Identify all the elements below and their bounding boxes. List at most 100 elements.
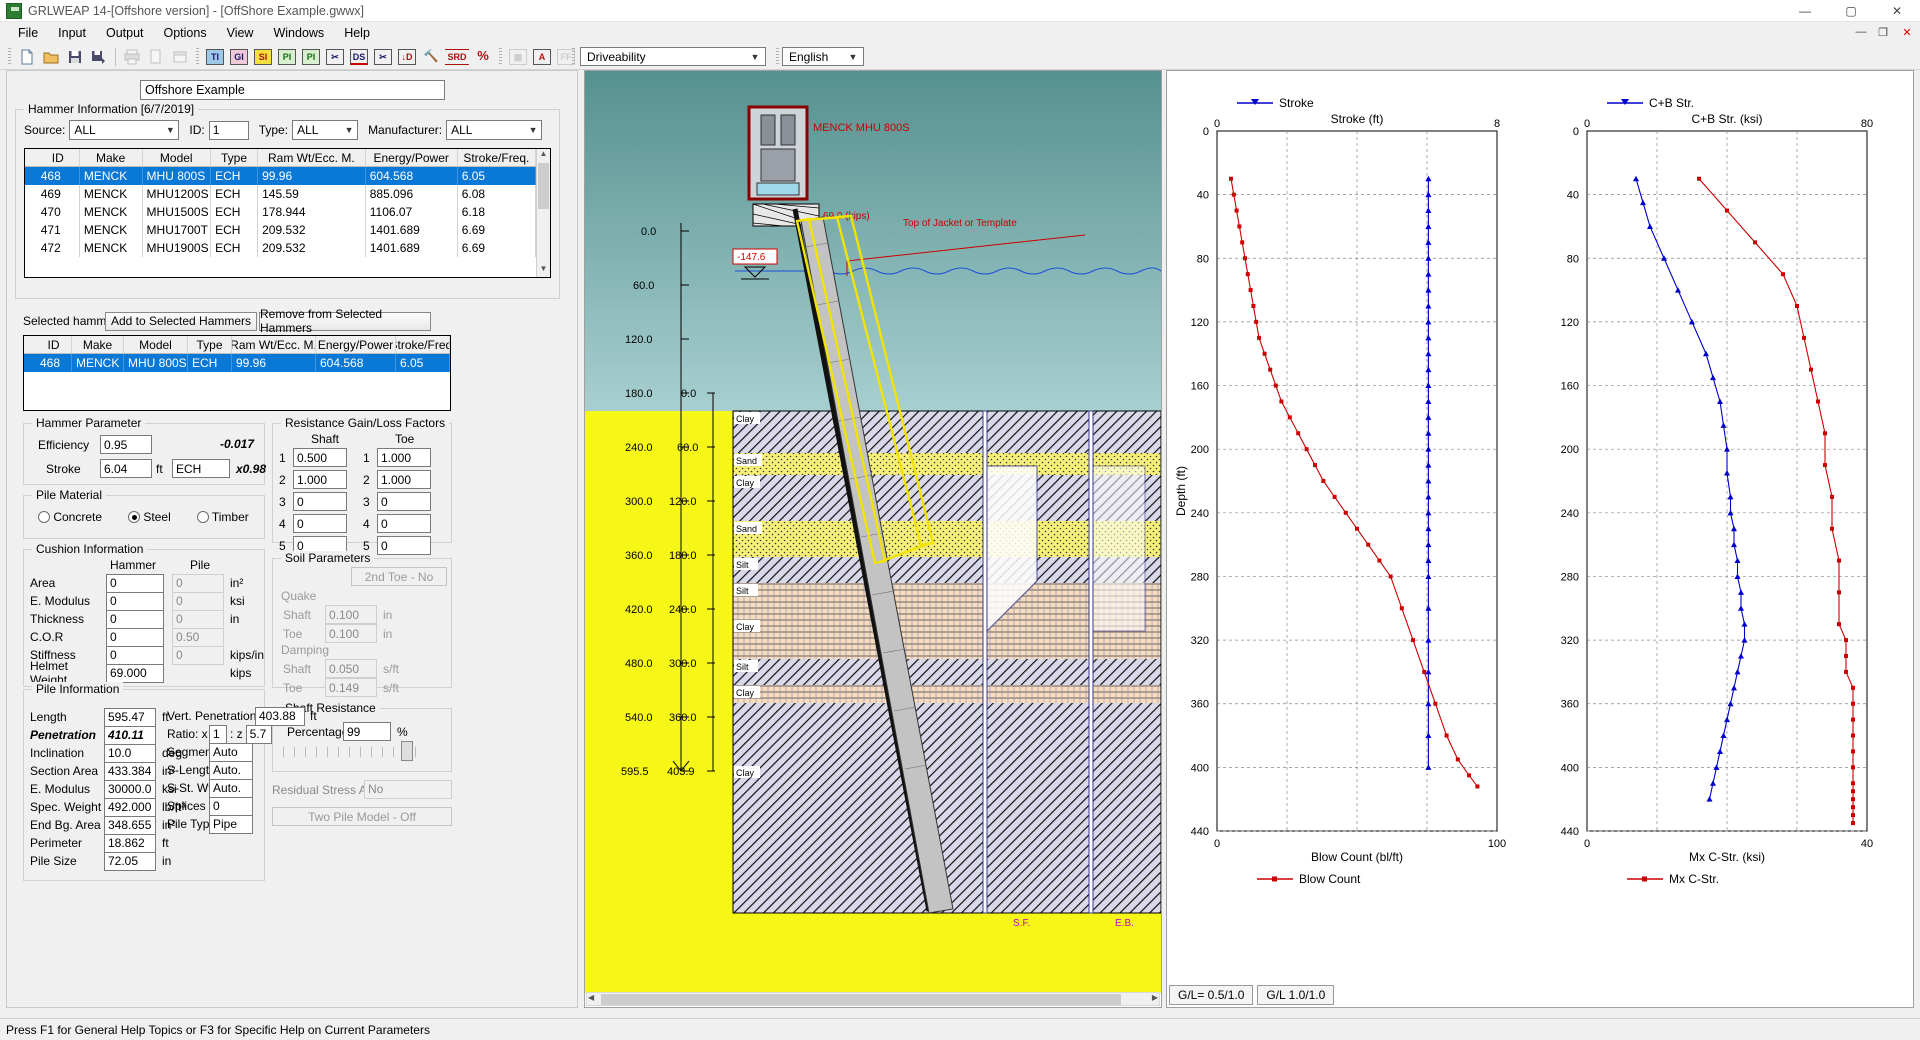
toolbar-grip-4[interactable] [572, 48, 575, 66]
table-row[interactable]: 468MENCKMHU 800SECH99.96604.5686.05 [24, 354, 450, 372]
col-type[interactable]: Type [188, 336, 232, 353]
cushion-hammer-input[interactable] [106, 664, 164, 683]
annotation-icon[interactable]: A [531, 46, 553, 68]
cushion-pile-input[interactable] [172, 646, 224, 665]
ratio-z-input[interactable] [246, 725, 272, 744]
stroke-input[interactable] [100, 459, 152, 478]
cushion-hammer-input[interactable] [106, 610, 164, 629]
menu-file[interactable]: File [8, 23, 48, 43]
col-energy[interactable]: Energy/Power [366, 149, 458, 166]
right-input[interactable] [209, 761, 253, 780]
scroll-up-icon[interactable]: ▲ [537, 149, 550, 162]
pile-info-input[interactable] [104, 816, 156, 835]
toolbar-grip-2[interactable] [196, 48, 199, 66]
two-pile-model-button[interactable]: Two Pile Model - Off [272, 807, 452, 826]
pile-drawing-panel[interactable]: Clay Sand Clay Sand Silt Silt Clay Silt … [584, 70, 1162, 1008]
menu-help[interactable]: Help [334, 23, 380, 43]
cross-section-icon[interactable]: ✂ [324, 46, 346, 68]
mdi-restore-button[interactable]: ❐ [1872, 22, 1894, 42]
drawing-hscroll-thumb[interactable] [601, 994, 1121, 1005]
right-input[interactable] [255, 707, 305, 726]
cushion-hammer-input[interactable] [106, 592, 164, 611]
damping-input[interactable] [325, 659, 377, 678]
pile-info-input[interactable] [104, 780, 156, 799]
project-name-input[interactable] [140, 80, 445, 100]
title-icon[interactable]: TI [204, 46, 226, 68]
minimize-button[interactable]: — [1782, 0, 1828, 22]
damping-input[interactable] [325, 678, 377, 697]
source-select[interactable]: ALL ▼ [69, 120, 179, 140]
table-row[interactable]: 471MENCKMHU1700TECH209.5321401.6896.69 [25, 221, 536, 239]
pile-info-input[interactable] [104, 708, 156, 727]
units-select[interactable]: English ▼ [782, 47, 864, 66]
pile-info-input[interactable] [104, 798, 156, 817]
resistance-input[interactable] [377, 492, 431, 511]
col-ram[interactable]: Ram Wt/Ecc. M. [232, 336, 316, 353]
right-input[interactable] [209, 815, 253, 834]
table-row[interactable]: 469MENCKMHU1200SECH145.59885.0966.08 [25, 185, 536, 203]
open-icon[interactable] [40, 46, 62, 68]
hammer-icon[interactable]: 🔨 [420, 46, 442, 68]
col-type[interactable]: Type [211, 149, 258, 166]
resistance-input[interactable] [377, 514, 431, 533]
right-input[interactable] [209, 797, 253, 816]
results-chart-panel[interactable]: StrokeStroke (ft)08040801201602002402803… [1166, 70, 1914, 1008]
close-button[interactable]: ✕ [1874, 0, 1920, 22]
maximize-button[interactable]: ▢ [1828, 0, 1874, 22]
pile-profile-icon[interactable]: PI [276, 46, 298, 68]
hammer-table[interactable]: ID Make Model Type Ram Wt/Ecc. M. Energy… [24, 148, 551, 278]
col-model[interactable]: Model [143, 149, 212, 166]
cushion-pile-input[interactable] [172, 592, 224, 611]
radio-icon[interactable] [197, 511, 209, 523]
col-ram[interactable]: Ram Wt/Ecc. M. [258, 149, 366, 166]
col-id[interactable]: ID [37, 149, 80, 166]
toolbar-grip-5[interactable] [776, 48, 779, 66]
col-stroke[interactable]: Stroke/Freq. [458, 149, 536, 166]
percentage-input[interactable] [343, 722, 391, 741]
pile-info-input[interactable] [104, 762, 156, 781]
cushion-hammer-input[interactable] [106, 646, 164, 665]
menu-options[interactable]: Options [154, 23, 217, 43]
manufacturer-select[interactable]: ALL ▼ [446, 120, 542, 140]
table-row[interactable]: 470MENCKMHU1500SECH178.9441106.076.18 [25, 203, 536, 221]
save-icon[interactable] [64, 46, 86, 68]
new-icon[interactable] [16, 46, 38, 68]
cushion-pile-input[interactable] [172, 628, 224, 647]
col-stroke[interactable]: Stroke/Freq. [396, 336, 450, 353]
col-energy[interactable]: Energy/Power [316, 336, 396, 353]
pile-material-option-concrete[interactable]: Concrete [38, 510, 102, 524]
srd-icon[interactable]: SRD [444, 46, 470, 68]
menu-input[interactable]: Input [48, 23, 96, 43]
toolbar-grip-1[interactable] [8, 48, 11, 66]
pile-info-input[interactable] [104, 744, 156, 763]
pile-param-icon[interactable]: PI [300, 46, 322, 68]
residual-stress-value[interactable]: No [364, 780, 452, 799]
mdi-minimize-button[interactable]: — [1850, 22, 1872, 42]
right-input[interactable] [209, 743, 253, 762]
scroll-thumb[interactable] [538, 163, 549, 209]
cushion-pile-input[interactable] [172, 610, 224, 629]
shaft-resistance-slider-thumb[interactable] [401, 741, 413, 761]
scroll-down-icon[interactable]: ▼ [537, 264, 550, 277]
scroll-left-icon[interactable]: ◀ [588, 993, 594, 1002]
drawing-hscrollbar[interactable]: ◀ ▶ [586, 992, 1160, 1006]
soil-icon[interactable]: SI [252, 46, 274, 68]
col-make[interactable]: Make [80, 149, 143, 166]
ratio-x-input[interactable] [209, 725, 227, 744]
depth-stress-icon[interactable]: DS [348, 46, 370, 68]
stroke-mode-input[interactable] [172, 459, 230, 478]
efficiency-input[interactable] [100, 435, 152, 454]
table-row[interactable]: 468MENCKMHU 800SECH99.96604.5686.05 [25, 167, 536, 185]
resistance-input[interactable] [377, 536, 431, 555]
general-icon[interactable]: GI [228, 46, 250, 68]
pile-info-input[interactable] [104, 726, 156, 745]
quake-input[interactable] [325, 605, 377, 624]
resistance-input[interactable] [293, 448, 347, 467]
type-select[interactable]: ALL ▼ [292, 120, 358, 140]
remove-from-selected-button[interactable]: Remove from Selected Hammers [259, 312, 431, 331]
percent-icon[interactable]: % [472, 46, 494, 68]
cushion-pile-input[interactable] [172, 574, 224, 593]
toolbar-grip-3[interactable] [499, 48, 502, 66]
resistance-input[interactable] [293, 470, 347, 489]
radio-icon[interactable] [38, 511, 50, 523]
